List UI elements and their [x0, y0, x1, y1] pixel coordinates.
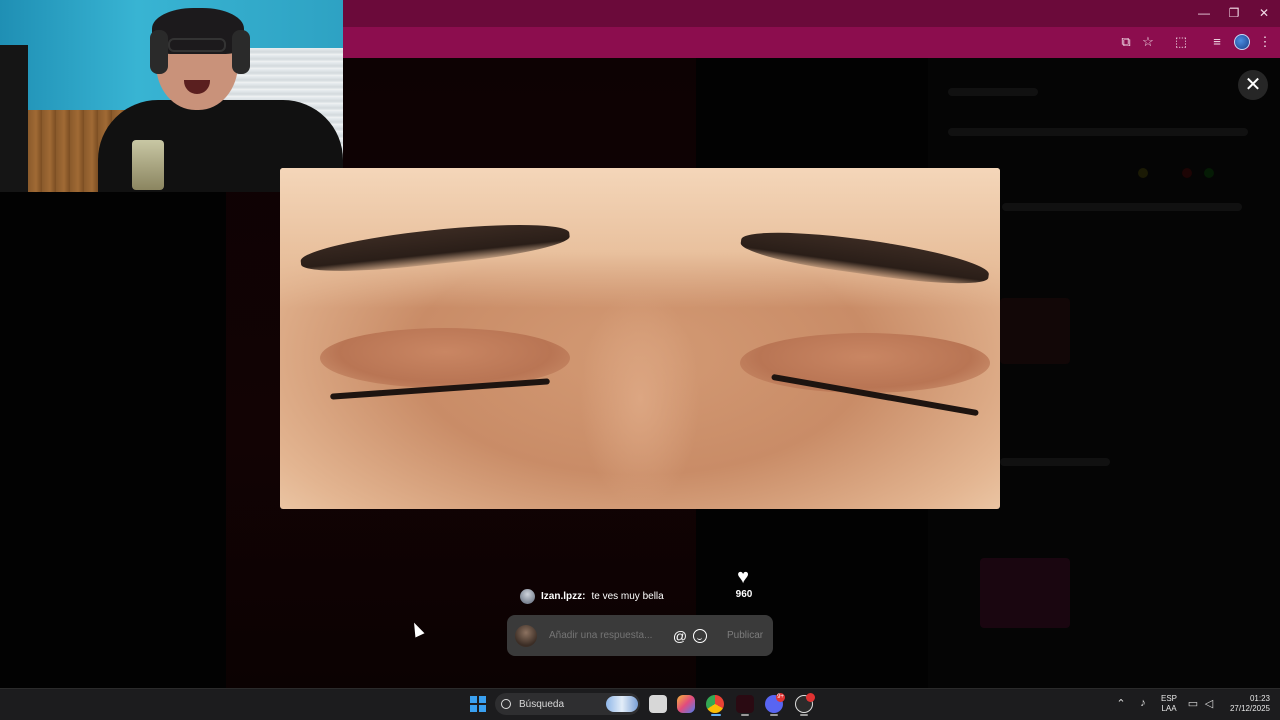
- taskbar: [0, 688, 1280, 720]
- notification-badge: 9+: [776, 693, 785, 702]
- dimmed-thumbnail: [980, 558, 1070, 628]
- system-clock[interactable]: 01:23 27/12/2025: [1222, 694, 1270, 714]
- dimmed-text: [948, 128, 1248, 136]
- comment-text: te ves muy bella: [591, 590, 664, 602]
- language-indicator[interactable]: ESP LAA: [1159, 694, 1179, 714]
- status-dot: [806, 693, 815, 702]
- dimmed-dot: [1182, 168, 1192, 178]
- windows-start-icon[interactable]: [470, 696, 486, 712]
- clock-date: 27/12/2025: [1229, 704, 1270, 713]
- commenter-avatar[interactable]: [520, 588, 535, 604]
- app-icon[interactable]: [736, 695, 754, 713]
- dimmed-thumbnail: [1000, 298, 1070, 364]
- chrome-icon[interactable]: [706, 695, 724, 713]
- copilot-icon[interactable]: [677, 695, 695, 713]
- file-explorer-icon[interactable]: [649, 695, 667, 713]
- story-image: [280, 168, 1000, 509]
- dimmed-text: [948, 88, 1038, 96]
- network-icon[interactable]: ▭: [1186, 697, 1200, 710]
- comment-row: Izan.lpzz: te ves muy bella: [520, 588, 664, 604]
- star-icon[interactable]: ☆: [1139, 33, 1157, 51]
- maximize-button[interactable]: ❐: [1224, 4, 1244, 22]
- like-control[interactable]: ♥ 960: [733, 567, 755, 600]
- heart-icon[interactable]: ♥: [733, 567, 753, 587]
- webcam-overlay: [0, 0, 343, 192]
- mention-icon[interactable]: @: [671, 628, 689, 644]
- publish-button[interactable]: Publicar: [727, 630, 763, 641]
- profile-icon[interactable]: [1234, 34, 1250, 50]
- install-icon[interactable]: ⧉: [1117, 33, 1135, 51]
- dimmed-text: [1000, 458, 1110, 466]
- dimmed-dot: [1204, 168, 1214, 178]
- clock-time: 01:23: [1249, 694, 1270, 703]
- search-label: Búsqueda: [519, 698, 565, 710]
- minimize-button[interactable]: —: [1194, 4, 1214, 22]
- search-highlight-image[interactable]: [606, 696, 638, 712]
- chevron-up-icon[interactable]: ⌃: [1114, 697, 1128, 710]
- microphone-icon[interactable]: ♪: [1136, 697, 1150, 709]
- comment-username[interactable]: Izan.lpzz:: [541, 591, 585, 602]
- volume-icon[interactable]: ◁: [1202, 697, 1216, 710]
- media-icon[interactable]: ≡: [1208, 33, 1226, 51]
- close-viewer-button[interactable]: ✕: [1238, 70, 1268, 100]
- extensions-icon[interactable]: ⬚: [1172, 33, 1190, 51]
- reply-box: @ Publicar: [507, 615, 773, 656]
- dimmed-dot: [1138, 168, 1148, 178]
- like-count: 960: [735, 589, 753, 600]
- emoji-icon[interactable]: [693, 628, 707, 643]
- menu-icon[interactable]: ⋮: [1256, 33, 1274, 51]
- reply-input[interactable]: [549, 630, 669, 641]
- user-avatar: [515, 624, 537, 647]
- dimmed-text: [1002, 203, 1242, 211]
- close-window-button[interactable]: ✕: [1254, 4, 1274, 22]
- search-icon: [501, 699, 511, 709]
- screen: — ❐ ✕ ⧉ ☆ ⬚ ≡ ⋮ ✕ Izan.lpzz: te ves muy …: [0, 0, 1280, 720]
